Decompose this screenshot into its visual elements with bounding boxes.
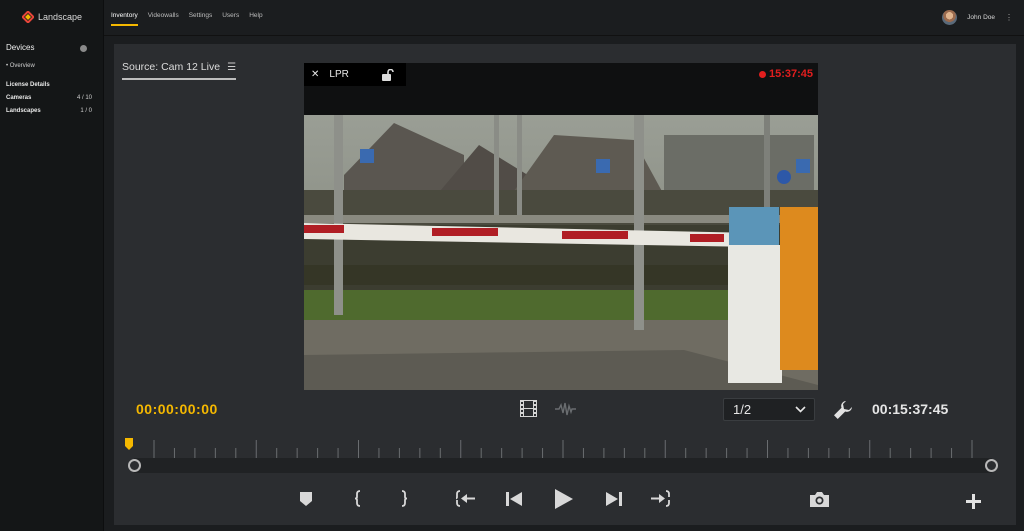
license-label: Cameras xyxy=(6,95,32,101)
license-value: 4 / 10 xyxy=(76,95,92,101)
license-row-landscapes: Landscapes 1 / 0 xyxy=(6,108,92,114)
video-viewer[interactable]: ✕ LPR 15:37:45 xyxy=(304,63,818,390)
viewer-mode: LPR xyxy=(329,69,349,80)
app-window: Landscape Devices • Overview License Det… xyxy=(0,0,1024,531)
nav-settings[interactable]: Settings xyxy=(189,12,213,26)
play-icon[interactable] xyxy=(554,489,573,509)
recording-indicator: 15:37:45 xyxy=(758,68,813,80)
chevron-down-icon xyxy=(795,406,806,413)
top-nav-bar: Inventory Videowalls Settings Users Help… xyxy=(104,0,1024,36)
sidebar: Landscape Devices • Overview License Det… xyxy=(0,0,104,531)
step-back-icon[interactable] xyxy=(506,492,523,506)
sidebar-item-overview[interactable]: • Overview xyxy=(6,63,35,69)
camera-feed-image xyxy=(304,115,818,390)
go-to-start-icon[interactable] xyxy=(456,490,476,507)
license-label: Landscapes xyxy=(6,108,41,114)
main-nav: Inventory Videowalls Settings Users Help xyxy=(111,12,263,26)
mark-out-icon[interactable] xyxy=(400,490,408,507)
brand-name: Landscape xyxy=(38,12,83,22)
viewer-toolbar: ✕ LPR xyxy=(304,63,406,86)
page-select[interactable]: 1/2 xyxy=(723,398,815,421)
source-selector[interactable]: Source: Cam 12 Live ☰ xyxy=(122,61,237,80)
nav-users[interactable]: Users xyxy=(222,12,239,26)
brand[interactable]: Landscape xyxy=(22,11,82,23)
page-select-value: 1/2 xyxy=(733,402,752,417)
nav-inventory[interactable]: Inventory xyxy=(111,12,138,26)
playhead-marker-icon[interactable] xyxy=(125,438,133,450)
recording-time: 15:37:45 xyxy=(768,68,813,80)
license-row-cameras: Cameras 4 / 10 xyxy=(6,95,92,101)
mark-in-icon[interactable] xyxy=(354,490,362,507)
close-icon[interactable]: ✕ xyxy=(311,69,319,80)
landscape-logo-icon xyxy=(22,11,34,23)
kebab-menu-icon[interactable]: ⋮ xyxy=(1005,13,1013,22)
player-panel: Source: Cam 12 Live ☰ ✕ LPR 15:37:45 00:… xyxy=(114,44,1016,525)
unlock-icon[interactable] xyxy=(381,68,394,81)
hamburger-menu-icon[interactable]: ☰ xyxy=(227,62,236,73)
step-forward-icon[interactable] xyxy=(605,492,622,506)
camera-icon[interactable] xyxy=(809,491,830,507)
plus-icon[interactable] xyxy=(966,494,981,509)
license-details-heading: License Details xyxy=(6,82,50,88)
wrench-icon[interactable] xyxy=(833,400,853,420)
waveform-icon[interactable] xyxy=(555,402,576,416)
user-name: John Doe xyxy=(967,14,995,21)
timecode-start: 00:00:00:00 xyxy=(136,401,218,417)
gear-icon[interactable] xyxy=(80,45,87,52)
timeline-ruler xyxy=(153,440,973,458)
bookmark-icon[interactable] xyxy=(300,492,312,506)
record-dot-icon xyxy=(758,70,766,78)
license-value: 1 / 0 xyxy=(80,108,92,114)
sidebar-heading: Devices xyxy=(6,43,35,52)
user-menu[interactable]: John Doe ⋮ xyxy=(942,10,1013,25)
timeline-end-handle[interactable] xyxy=(985,459,998,472)
timecode-end: 00:15:37:45 xyxy=(872,401,949,417)
go-to-end-icon[interactable] xyxy=(650,490,670,507)
timeline-track[interactable] xyxy=(134,458,992,473)
source-label: Source: Cam 12 Live xyxy=(122,61,221,73)
avatar[interactable] xyxy=(942,10,958,25)
film-strip-icon[interactable] xyxy=(520,400,537,417)
nav-help[interactable]: Help xyxy=(249,12,262,26)
timeline-start-handle[interactable] xyxy=(128,459,141,472)
nav-videowalls[interactable]: Videowalls xyxy=(148,12,179,26)
